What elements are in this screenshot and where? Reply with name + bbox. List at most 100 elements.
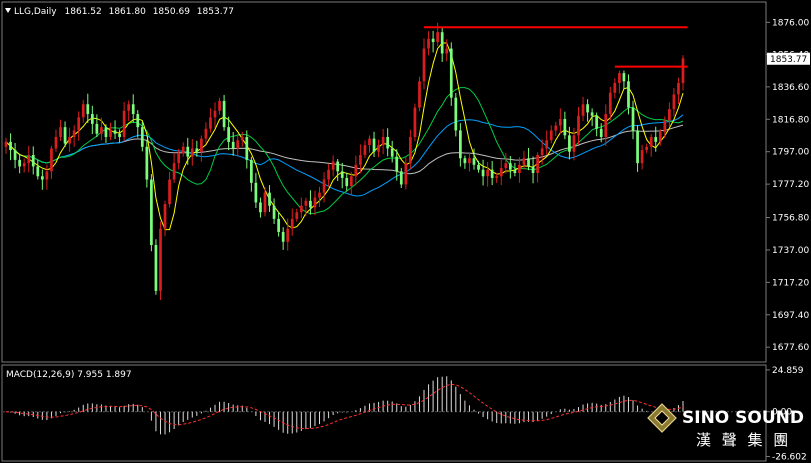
candle-body — [140, 127, 144, 147]
candle-body — [163, 204, 167, 229]
candle-body — [259, 202, 262, 213]
candle-body — [304, 200, 308, 206]
candle-body — [572, 135, 576, 152]
candle-body — [658, 132, 662, 142]
candle-body — [399, 171, 403, 185]
candle-body — [131, 104, 135, 115]
candle-body — [190, 148, 194, 157]
candle-body — [395, 156, 399, 172]
candle-body — [454, 97, 458, 131]
candle-body — [177, 153, 181, 164]
candle-body — [504, 163, 508, 169]
candle-body — [86, 104, 90, 115]
candle-body — [249, 159, 253, 183]
candle-body — [436, 32, 440, 43]
price-tick-label: 1836.60 — [772, 83, 809, 93]
candle-body — [481, 169, 485, 177]
price-tick-label: 1797.00 — [772, 148, 809, 158]
candle-body — [254, 182, 258, 203]
candle-body — [218, 100, 221, 111]
candle-body — [422, 48, 426, 82]
candle-body — [677, 82, 680, 95]
current-price-label: 1853.77 — [770, 55, 807, 65]
candle-body — [645, 146, 649, 151]
candle-body — [345, 177, 349, 187]
candle-body — [513, 169, 517, 173]
candle-body — [681, 58, 685, 83]
candle-body — [295, 212, 299, 219]
candle-body — [18, 159, 21, 167]
chart-header: LLG,Daily 1861.52 1861.80 1850.69 1853.7… — [14, 7, 234, 17]
candle-body — [286, 228, 290, 242]
candle-body — [663, 120, 667, 133]
candle-body — [309, 200, 312, 208]
candle-body — [22, 163, 26, 167]
candle-body — [195, 148, 199, 152]
price-tick-label: 1777.20 — [772, 180, 809, 190]
candle-body — [390, 148, 394, 157]
candle — [418, 76, 421, 112]
candle-body — [354, 164, 358, 177]
brand-title: SINO SOUND — [682, 408, 804, 428]
ohlc-close: 1853.77 — [197, 7, 234, 17]
candle-body — [536, 154, 539, 173]
candle-body — [9, 141, 12, 151]
candle-body — [81, 104, 85, 118]
price-tick-label: 1697.40 — [772, 311, 809, 321]
candle-body — [209, 117, 212, 129]
ohlc-open: 1861.52 — [65, 7, 102, 17]
candle-body — [568, 135, 571, 152]
macd-header: MACD(12,26,9) 7.955 1.897 — [6, 370, 132, 380]
candle-body — [381, 136, 385, 146]
candle-body — [668, 109, 671, 121]
candle-body — [627, 81, 630, 108]
candle-body — [499, 168, 503, 177]
candle-body — [613, 82, 617, 93]
candle-body — [136, 114, 140, 128]
candle-body — [340, 171, 344, 178]
candle-body — [168, 179, 171, 205]
candle-body — [27, 154, 31, 164]
candle-body — [608, 92, 612, 115]
candle-body — [409, 136, 412, 164]
candle-body — [590, 112, 594, 116]
candle-body — [299, 205, 303, 213]
candle-body — [327, 169, 330, 180]
candle-body — [272, 205, 276, 219]
candle-body — [477, 164, 480, 170]
candle-body — [349, 176, 353, 187]
candle-body — [527, 158, 530, 167]
candle-body — [577, 115, 580, 136]
chart-stage: 1876.001856.401836.601816.801797.001777.… — [0, 0, 811, 463]
candle-body — [431, 38, 435, 43]
candle-body — [145, 146, 149, 180]
ohlc-low: 1850.69 — [153, 7, 190, 17]
candle-body — [540, 148, 544, 155]
candle-body — [404, 163, 408, 185]
macd-tick-label: 24.859 — [772, 366, 804, 376]
candle-body — [672, 94, 676, 110]
candle-body — [240, 136, 244, 141]
candle-body — [368, 138, 371, 146]
candle-body — [313, 197, 317, 208]
candle-body — [649, 136, 653, 147]
candle-body — [159, 228, 162, 291]
candle-body — [386, 136, 390, 149]
candle — [150, 174, 153, 252]
candle — [159, 221, 162, 300]
candle-body — [172, 163, 176, 180]
candle-body — [50, 148, 53, 172]
candle-body — [77, 117, 81, 131]
candle-body — [113, 130, 117, 134]
candle-body — [13, 150, 17, 160]
candle-body — [636, 130, 639, 164]
candle-body — [63, 127, 67, 144]
candle-body — [508, 163, 512, 170]
price-tick-label: 1677.60 — [772, 343, 809, 353]
candle-body — [490, 169, 494, 178]
candle-body — [622, 73, 626, 82]
candle-body — [336, 161, 340, 172]
candle-body — [331, 161, 335, 170]
candle-body — [68, 136, 71, 144]
candle — [154, 239, 158, 295]
